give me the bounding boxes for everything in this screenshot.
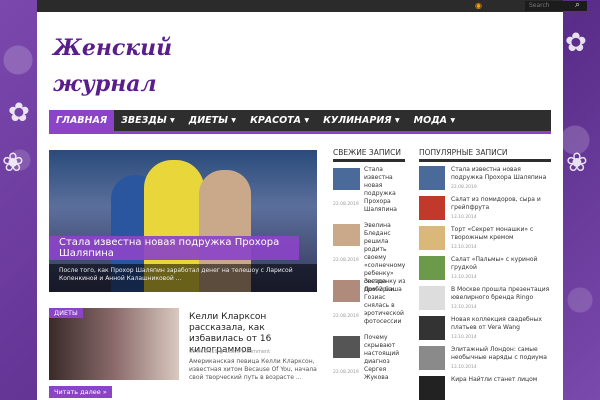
- nav-item-diets[interactable]: ДИЕТЫ ▾: [182, 110, 243, 131]
- nav-item-home[interactable]: ГЛАВНАЯ: [49, 110, 115, 131]
- post-title[interactable]: Элитажный Лондон: самые необычные наряды…: [451, 346, 551, 362]
- post-thumbnail[interactable]: [419, 166, 445, 190]
- post-thumbnail[interactable]: [419, 286, 445, 310]
- post-title[interactable]: Почему скрывают настоящий диагноз Сергея…: [364, 334, 406, 382]
- list-item[interactable]: Стала известна новая подружка Прохора Ша…: [419, 164, 551, 194]
- featured-post[interactable]: Стала известна новая подружка Прохора Ша…: [49, 150, 317, 292]
- list-item[interactable]: Кира Найтли станет лицом: [419, 374, 551, 400]
- post-thumbnail[interactable]: [419, 316, 445, 340]
- rss-icon[interactable]: ◉: [475, 1, 482, 10]
- post-thumbnail[interactable]: [419, 346, 445, 370]
- top-bar: ◉ Search ⌕: [37, 0, 587, 12]
- post-thumbnail[interactable]: [419, 256, 445, 280]
- nav-item-stars[interactable]: ЗВЕЗДЫ ▾: [114, 110, 182, 131]
- post-thumbnail[interactable]: [333, 280, 360, 302]
- post-title[interactable]: Кира Найтли станет лицом: [451, 376, 551, 384]
- flower-decoration-icon: ❀: [566, 148, 588, 178]
- post-date: 22.08.2019: [333, 314, 359, 319]
- post-date: 13.10.2014: [451, 275, 477, 280]
- post-title[interactable]: Салат из помидоров, сыра и грейпфрута: [451, 196, 551, 212]
- flower-decoration-icon: ✿: [565, 28, 587, 58]
- post-thumbnail[interactable]: [419, 376, 445, 400]
- post-date: 22.08.2019: [333, 202, 359, 207]
- popular-posts-list: Стала известна новая подружка Прохора Ша…: [419, 164, 551, 400]
- post-date: 22.08.2019: [333, 258, 359, 263]
- post-date: 22.08.2019: [451, 185, 477, 190]
- post-date: 13.10.2014: [451, 335, 477, 340]
- recent-posts-heading: СВЕЖИЕ ЗАПИСИ: [333, 148, 405, 162]
- post-thumbnail[interactable]: [333, 224, 360, 246]
- list-item[interactable]: Элитажный Лондон: самые необычные наряды…: [419, 344, 551, 374]
- category-badge[interactable]: ДИЕТЫ: [49, 308, 83, 318]
- read-more-button[interactable]: Читать далее »: [49, 386, 112, 398]
- post-meta: 09.06.2019 ◉ Leave a comment: [189, 349, 271, 355]
- post-date: 13.10.2014: [451, 365, 477, 370]
- nav-item-fashion[interactable]: МОДА ▾: [407, 110, 462, 131]
- page-wrapper: Женский журнал ГЛАВНАЯ ЗВЕЗДЫ ▾ ДИЕТЫ ▾ …: [37, 12, 563, 400]
- recent-posts-list: Стала известна новая подружка Прохора Ша…: [333, 164, 405, 388]
- post-title[interactable]: Звезда Дом-2 Саша Гозиас снялась в эроти…: [364, 278, 406, 326]
- site-logo[interactable]: Женский журнал: [53, 30, 173, 102]
- popular-posts-heading: ПОПУЛЯРНЫЕ ЗАПИСИ: [419, 148, 551, 162]
- post-thumbnail[interactable]: [333, 336, 360, 358]
- post-date: 13.10.2014: [451, 215, 477, 220]
- flower-decoration-icon: ❀: [2, 148, 24, 178]
- flower-decoration-icon: ✿: [8, 98, 30, 128]
- post-date: 13.10.2014: [451, 305, 477, 310]
- search-icon[interactable]: ⌕: [575, 0, 580, 10]
- featured-post-excerpt: После того, как Прохор Шаляпин заработал…: [49, 264, 317, 292]
- main-navigation: ГЛАВНАЯ ЗВЕЗДЫ ▾ ДИЕТЫ ▾ КРАСОТА ▾ КУЛИН…: [49, 110, 551, 134]
- list-item[interactable]: Торт «Секрет монашки» с творожным кремом…: [419, 224, 551, 254]
- post-date: 22.08.2019: [333, 370, 359, 375]
- post-date: 13.10.2014: [451, 245, 477, 250]
- post-excerpt: Американская певица Келли Кларксон, изве…: [189, 358, 317, 381]
- list-item[interactable]: Салат из помидоров, сыра и грейпфрута 13…: [419, 194, 551, 224]
- nav-item-cooking[interactable]: КУЛИНАРИЯ ▾: [316, 110, 407, 131]
- list-item[interactable]: Стала известна новая подружка Прохора Ша…: [333, 164, 405, 220]
- list-item[interactable]: Эвелина Бледанс решила родить своему «со…: [333, 220, 405, 293]
- post-title[interactable]: Стала известна новая подружка Прохора Ша…: [364, 166, 406, 214]
- list-item[interactable]: Салат «Пальмы» с куриной грудкой 13.10.2…: [419, 254, 551, 284]
- post-title[interactable]: Торт «Секрет монашки» с творожным кремом: [451, 226, 551, 242]
- list-item[interactable]: Почему скрывают настоящий диагноз Сергея…: [333, 332, 405, 388]
- post-thumbnail[interactable]: [419, 196, 445, 220]
- featured-post-title[interactable]: Стала известна новая подружка Прохора Ша…: [59, 237, 299, 259]
- post-thumbnail[interactable]: [49, 308, 179, 380]
- nav-item-beauty[interactable]: КРАСОТА ▾: [243, 110, 316, 131]
- post-title[interactable]: Стала известна новая подружка Прохора Ша…: [451, 166, 551, 182]
- list-item[interactable]: Звезда Дом-2 Саша Гозиас снялась в эроти…: [333, 276, 405, 332]
- post-thumbnail[interactable]: [419, 226, 445, 250]
- post-title[interactable]: В Москве прошла презентация ювелирного б…: [451, 286, 551, 302]
- list-item[interactable]: Новая коллекция свадебных платьев от Ver…: [419, 314, 551, 344]
- post-thumbnail[interactable]: [333, 168, 360, 190]
- list-item[interactable]: В Москве прошла презентация ювелирного б…: [419, 284, 551, 314]
- post-title[interactable]: Новая коллекция свадебных платьев от Ver…: [451, 316, 551, 332]
- post-title[interactable]: Салат «Пальмы» с куриной грудкой: [451, 256, 551, 272]
